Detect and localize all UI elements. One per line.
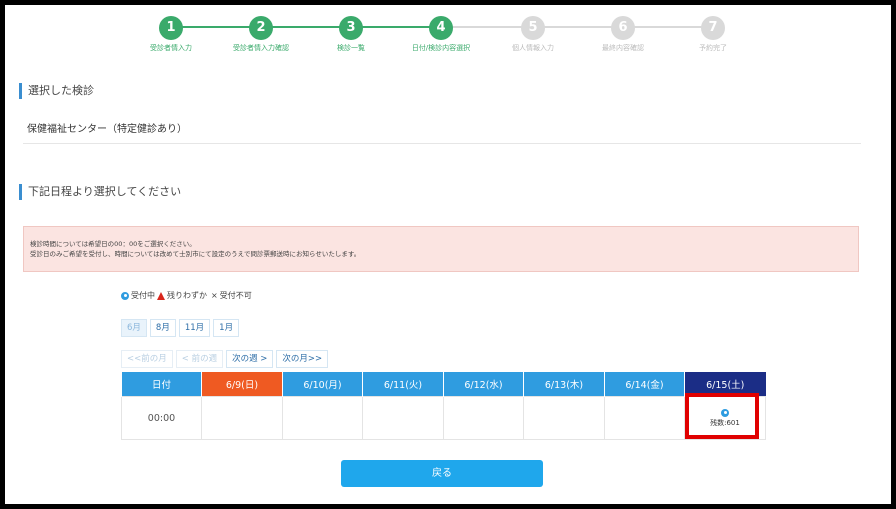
month-button-november[interactable]: 11月 (178, 319, 211, 337)
time-slot-label: 00:00 (121, 396, 202, 440)
circle-icon (121, 291, 129, 300)
step-number: 5 (521, 16, 545, 40)
calendar-table: 日付 6/9(日) 6/10(月) 6/11(火) 6/12(水) 6/13(木… (121, 372, 766, 440)
step-1: 1 受診者情入力 (131, 16, 211, 53)
step-number: 1 (159, 16, 183, 40)
availability-legend: 受付中 残りわずか × 受付不可 (121, 290, 252, 301)
day-header: 6/9(日) (201, 372, 283, 397)
divider (23, 143, 861, 144)
slot-cell (523, 396, 605, 440)
step-3: 3 検診一覧 (311, 16, 391, 53)
month-button-august[interactable]: 8月 (149, 319, 176, 337)
day-header: 6/14(金) (604, 372, 685, 397)
prev-week-button[interactable]: < 前の週 (175, 350, 224, 368)
highlight-box (685, 393, 759, 439)
step-2: 2 受診者情入力確認 (221, 16, 301, 53)
cross-icon: × (211, 291, 218, 300)
day-header: 6/10(月) (282, 372, 363, 397)
step-6: 6 最終内容確認 (583, 16, 663, 53)
progress-stepper: 1 受診者情入力 2 受診者情入力確認 3 検診一覧 4 日付/検診内容選択 5… (123, 11, 743, 53)
step-label: 個人情報入力 (512, 44, 554, 52)
step-label: 日付/検診内容選択 (411, 44, 471, 52)
day-header: 6/11(火) (362, 372, 444, 397)
triangle-icon (157, 291, 165, 300)
selected-exam-value: 保健福祉センター（特定健診あり） (27, 124, 187, 135)
date-column-header: 日付 (121, 372, 202, 397)
step-label: 受診者情入力 (150, 44, 192, 52)
slot-cell (443, 396, 524, 440)
month-button-january[interactable]: 1月 (213, 319, 240, 337)
notice-line-2: 受診日のみご希望を受付し、時間については改めて士別市にて設定のうえで問診票郵送時… (30, 250, 361, 258)
step-number: 7 (701, 16, 725, 40)
step-label: 受診者情入力確認 (233, 44, 289, 52)
slot-cell (604, 396, 685, 440)
step-5: 5 個人情報入力 (493, 16, 573, 53)
step-number: 3 (339, 16, 363, 40)
calendar-header-row: 日付 6/9(日) 6/10(月) 6/11(火) 6/12(水) 6/13(木… (121, 372, 766, 397)
week-navigation: <<前の月 < 前の週 次の週 > 次の月>> (121, 350, 329, 368)
step-label: 予約完了 (699, 44, 727, 52)
next-week-button[interactable]: 次の週 > (226, 350, 274, 368)
slot-cell (362, 396, 444, 440)
notice-line-1: 検診時間については希望日の00：00をご選択ください。 (30, 240, 196, 248)
calendar-time-row: 00:00 残数:601 (121, 396, 766, 440)
step-number: 4 (429, 16, 453, 40)
selected-exam-heading: 選択した検診 (19, 83, 94, 99)
slot-cell (282, 396, 363, 440)
day-header: 6/12(水) (443, 372, 524, 397)
back-button[interactable]: 戻る (341, 460, 543, 487)
month-selector: 6月 8月 11月 1月 (121, 319, 240, 337)
legend-few-left: 残りわずか (167, 291, 207, 300)
legend-accepting: 受付中 (131, 291, 155, 300)
step-number: 6 (611, 16, 635, 40)
step-label: 最終内容確認 (602, 44, 644, 52)
next-month-button[interactable]: 次の月>> (276, 350, 329, 368)
notice-box: 検診時間については希望日の00：00をご選択ください。 受診日のみご希望を受付し… (23, 226, 859, 272)
day-header: 6/13(木) (523, 372, 605, 397)
month-button-june[interactable]: 6月 (121, 319, 147, 337)
step-number: 2 (249, 16, 273, 40)
step-label: 検診一覧 (337, 44, 365, 52)
slot-cell (201, 396, 283, 440)
legend-closed: 受付不可 (219, 291, 252, 300)
prev-month-button[interactable]: <<前の月 (121, 350, 173, 368)
step-4: 4 日付/検診内容選択 (401, 16, 481, 53)
app-window: 1 受診者情入力 2 受診者情入力確認 3 検診一覧 4 日付/検診内容選択 5… (3, 3, 893, 506)
schedule-heading: 下記日程より選択してください (19, 184, 181, 200)
step-7: 7 予約完了 (673, 16, 753, 53)
